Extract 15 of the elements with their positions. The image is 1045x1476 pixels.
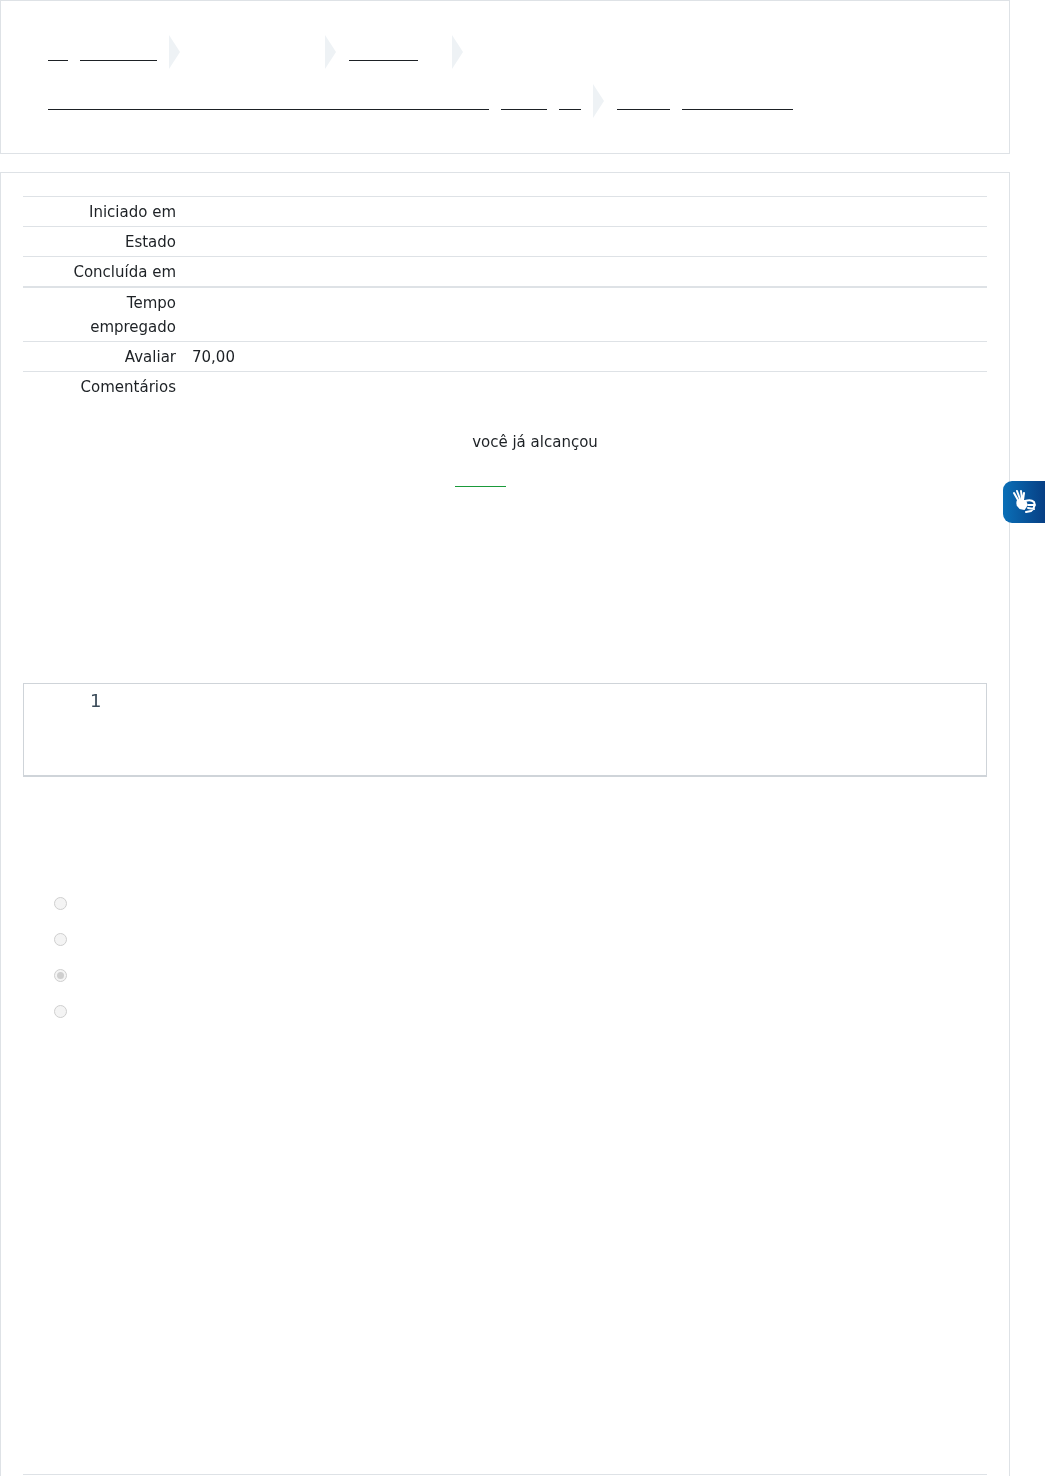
row-label: Iniciado em [88,202,176,223]
question-number: 1 [90,690,102,711]
feedback-text: você já alcançou [472,433,598,451]
row-label: Estado [123,232,176,253]
radio-button[interactable] [54,897,67,910]
row-label: Tempo empregado [89,293,176,338]
row-value: 70,00 [192,348,235,366]
radio-button[interactable] [54,1005,67,1018]
accessibility-badge[interactable] [1003,481,1045,523]
hands-icon [1011,489,1037,515]
radio-button[interactable] [54,933,67,946]
row-label: Avaliar [123,347,176,368]
row-label: Comentários [79,377,176,398]
radio-button[interactable] [54,969,67,982]
row-label: Concluída em [72,262,176,283]
